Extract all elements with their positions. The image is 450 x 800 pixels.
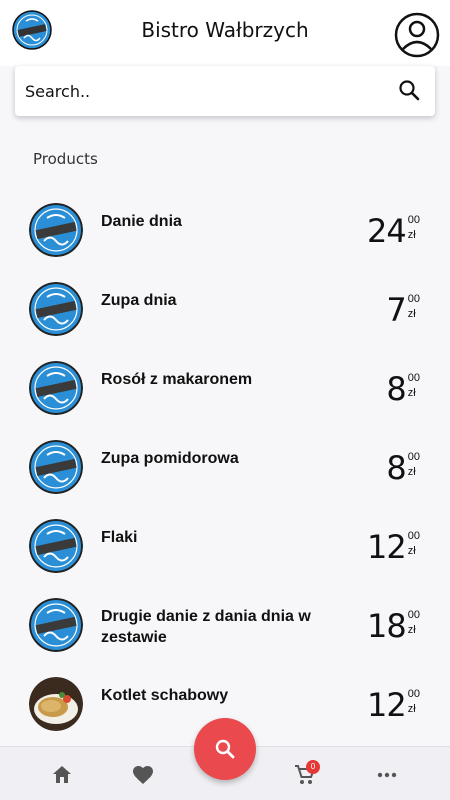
product-image — [29, 519, 83, 573]
product-price: 7 00 zł — [386, 292, 420, 332]
app-header: Bistro Wałbrzych — [0, 0, 450, 66]
price-currency: zł — [407, 624, 416, 636]
product-image — [29, 677, 83, 731]
product-image — [29, 282, 83, 336]
product-name: Rosół z makaronem — [101, 371, 253, 388]
price-cents: 00 — [407, 688, 420, 700]
price-cents: 00 — [407, 451, 420, 463]
product-price: 8 00 zł — [386, 450, 420, 490]
product-row[interactable]: Rosół z makaronem 8 00 zł — [0, 353, 450, 432]
food-photo-icon — [29, 677, 83, 731]
product-image — [29, 598, 83, 652]
product-name: Zupa dnia — [101, 292, 177, 309]
product-list: Danie dnia 24 00 zł Zupa dnia 7 00 zł Rosó… — [0, 195, 450, 748]
product-name: Flaki — [101, 529, 138, 546]
nav-favorites-button[interactable] — [131, 763, 157, 789]
account-circle-icon — [394, 12, 440, 58]
search-icon — [215, 739, 235, 759]
bar-bistro-logo-icon — [29, 440, 83, 494]
search-button[interactable] — [397, 78, 423, 104]
home-icon — [53, 766, 71, 783]
price-currency: zł — [407, 308, 416, 320]
heart-icon — [133, 766, 153, 784]
bar-bistro-logo-icon — [29, 282, 83, 336]
price-cents: 00 — [407, 372, 420, 384]
price-integer: 12 — [367, 528, 407, 566]
price-cents: 00 — [407, 214, 420, 226]
product-name: Danie dnia — [101, 213, 182, 230]
product-row[interactable]: Zupa dnia 7 00 zł — [0, 274, 450, 353]
account-button[interactable] — [394, 12, 440, 58]
product-row[interactable]: Drugie danie z dania dnia w zestawie 18 … — [0, 590, 450, 669]
price-integer: 8 — [386, 449, 406, 487]
product-name: Kotlet schabowy — [101, 687, 229, 704]
nav-home-button[interactable] — [50, 763, 76, 789]
price-cents: 00 — [407, 530, 420, 542]
product-price: 12 00 zł — [367, 529, 420, 569]
search-input[interactable] — [25, 66, 385, 116]
product-row[interactable]: Danie dnia 24 00 zł — [0, 195, 450, 274]
product-row[interactable]: Flaki 12 00 zł — [0, 511, 450, 590]
price-cents: 00 — [407, 609, 420, 621]
price-integer: 24 — [367, 212, 407, 250]
bar-bistro-logo-icon — [29, 361, 83, 415]
cart-count-badge: 0 — [306, 760, 320, 774]
product-image — [29, 203, 83, 257]
search-fab-button[interactable] — [194, 718, 256, 780]
price-currency: zł — [407, 387, 416, 399]
price-currency: zł — [407, 466, 416, 478]
product-image — [29, 440, 83, 494]
product-name: Drugie danie z dania dnia w zestawie — [101, 608, 311, 646]
product-price: 8 00 zł — [386, 371, 420, 411]
price-integer: 18 — [367, 607, 407, 645]
product-price: 18 00 zł — [367, 608, 420, 648]
price-currency: zł — [407, 229, 416, 241]
price-integer: 7 — [386, 291, 406, 329]
nav-more-button[interactable] — [375, 763, 401, 789]
price-integer: 12 — [367, 686, 407, 724]
price-integer: 8 — [386, 370, 406, 408]
product-price: 12 00 zł — [367, 687, 420, 727]
price-currency: zł — [407, 703, 416, 715]
bar-bistro-logo-icon — [29, 203, 83, 257]
bar-bistro-logo-icon — [29, 519, 83, 573]
more-icon — [377, 772, 397, 778]
product-image — [29, 361, 83, 415]
search-icon — [399, 80, 420, 101]
section-heading: Products — [33, 150, 98, 168]
product-price: 24 00 zł — [367, 213, 420, 253]
price-cents: 00 — [407, 293, 420, 305]
product-row[interactable]: Zupa pomidorowa 8 00 zł — [0, 432, 450, 511]
product-name: Zupa pomidorowa — [101, 450, 239, 467]
search-bar — [15, 66, 435, 116]
price-currency: zł — [407, 545, 416, 557]
page-title: Bistro Wałbrzych — [141, 18, 309, 42]
bar-bistro-logo-icon — [29, 598, 83, 652]
